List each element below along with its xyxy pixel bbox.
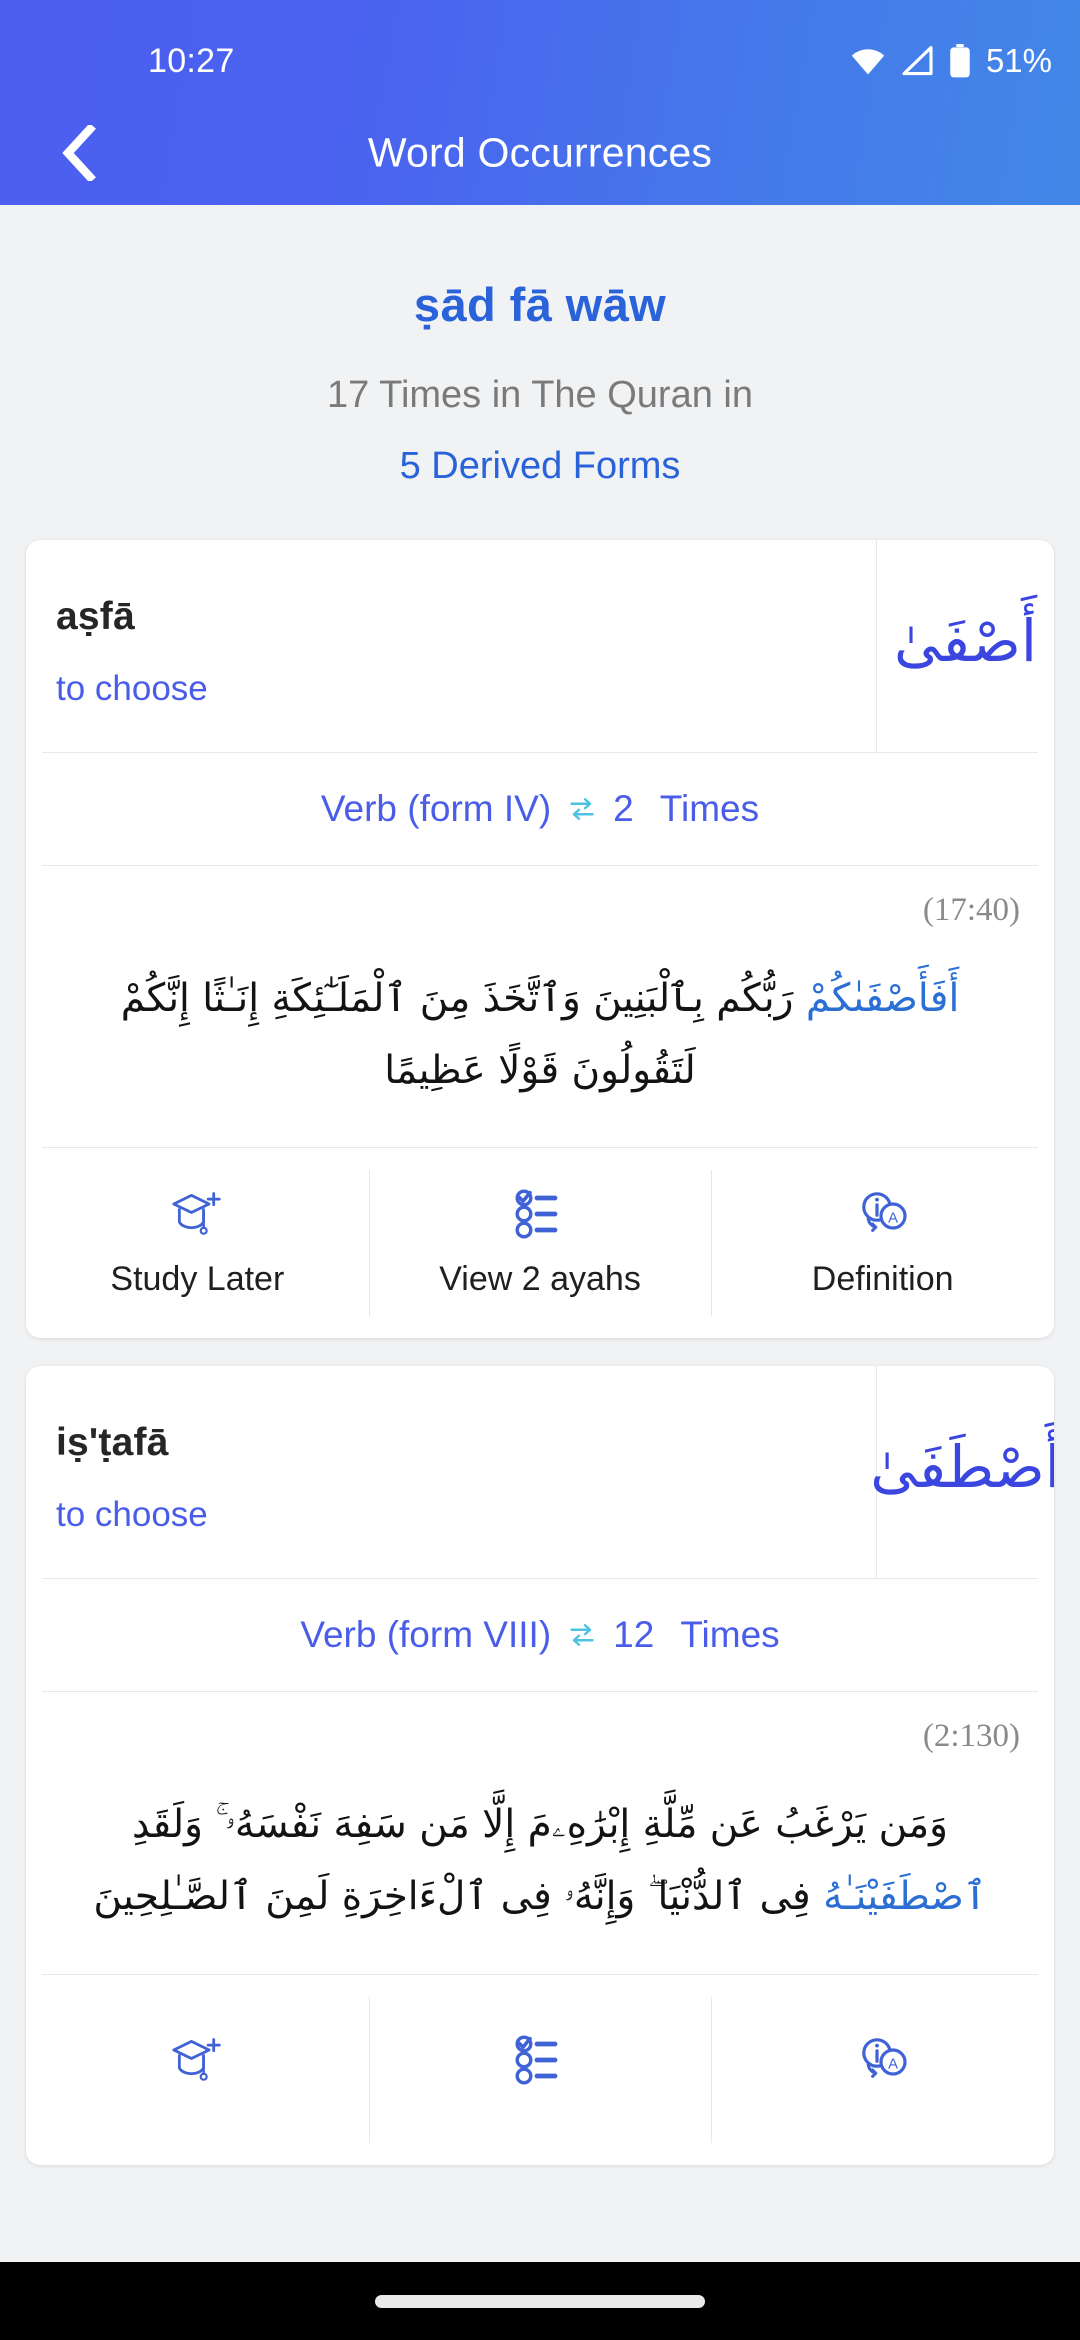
study-later-button[interactable] — [26, 1975, 369, 2165]
arabic-word: أَصْطَفَىٰ — [870, 1432, 1054, 1501]
study-later-button[interactable]: Study Later — [26, 1148, 369, 1338]
graduation-cap-plus-icon — [172, 1191, 222, 1235]
derived-form-card[interactable]: iṣ'ṭafā to choose أَصْطَفَىٰ Verb (form … — [26, 1366, 1054, 2165]
ayah-block: (17:40) أَفَأَصْفَىٰكُمْ رَبُّكُم بِٱلْب… — [26, 866, 1054, 1147]
highlighted-word: أَفَأَصْفَىٰكُمْ — [805, 976, 960, 1021]
definition-button[interactable]: A — [711, 1975, 1054, 2165]
arabic-word-column: أَصْفَىٰ — [876, 540, 1054, 752]
ayah-reference[interactable]: (17:40) — [60, 892, 1020, 929]
times-count: 2 — [613, 788, 634, 829]
action-label: Definition — [811, 1259, 954, 1298]
card-header-text: aṣfā to choose — [26, 540, 876, 752]
view-ayahs-button[interactable]: View 2 ayahs — [368, 1148, 712, 1338]
ayah-line-1: وَمَن يَرْغَبُ عَن مِّلَّةِ إِبْرَٰهِۦمَ… — [132, 1802, 948, 1848]
swap-arrows-icon[interactable] — [567, 794, 597, 824]
info-translate-icon: A — [861, 1191, 907, 1232]
svg-text:A: A — [888, 2056, 898, 2072]
times-word: Times — [659, 788, 760, 829]
verb-form-label: Verb (form VIII) — [300, 1614, 552, 1656]
ayah-line-1: رَبُّكُم بِٱلْبَنِينَ وَٱتَّخَذَ مِنَ ٱل… — [202, 976, 806, 1021]
battery-icon — [950, 44, 970, 78]
times-word: Times — [680, 1614, 780, 1656]
app-bar: Word Occurrences — [0, 100, 1080, 205]
checklist-icon — [515, 2035, 558, 2085]
transliteration-label: aṣfā — [56, 595, 135, 638]
action-label: Study Later — [110, 1259, 285, 1298]
arabic-word-column: أَصْطَفَىٰ — [870, 1366, 1054, 1579]
status-bar: 10:27 51% — [0, 0, 1080, 100]
times-count: 12 — [613, 1614, 655, 1656]
status-bar-clock: 10:27 — [148, 42, 235, 80]
battery-percentage: 51% — [985, 42, 1052, 79]
checklist-icon — [515, 1189, 558, 1239]
info-translate-icon: A — [861, 2037, 907, 2078]
swap-arrows-icon[interactable] — [567, 1620, 597, 1650]
system-navigation-bar — [0, 2262, 1080, 2340]
ayah-text[interactable]: أَفَأَصْفَىٰكُمْ رَبُّكُم بِٱلْبَنِينَ و… — [60, 963, 1020, 1129]
derived-forms-link[interactable]: 5 Derived Forms — [0, 445, 1080, 488]
definition-button[interactable]: A Definition — [711, 1148, 1054, 1338]
root-word-title: ṣād fā wāw — [413, 278, 667, 331]
ayah-text[interactable]: وَمَن يَرْغَبُ عَن مِّلَّةِ إِبْرَٰهِۦمَ… — [60, 1789, 1020, 1955]
occurrence-count-text: 17 Times in The Quran in — [327, 374, 753, 416]
verb-form-row[interactable]: Verb (form IV) 2 Times — [26, 753, 1054, 865]
verb-form-label: Verb (form IV) — [320, 788, 552, 829]
highlighted-word: ٱصْطَفَيْنَـٰهُ — [823, 1874, 987, 1920]
derived-forms-list: aṣfā to choose أَصْفَىٰ Verb (form IV) 2 — [0, 540, 1080, 2165]
wifi-icon — [851, 49, 885, 75]
app-screen: 10:27 51% Word Occurrences ṣād fā wāw 17… — [0, 0, 1080, 2340]
graduation-cap-plus-icon — [172, 2037, 222, 2081]
card-actions: A — [26, 1975, 1054, 2165]
summary-block: ṣād fā wāw 17 Times in The Quran in 5 De… — [0, 205, 1080, 488]
home-indicator-pill[interactable] — [375, 2294, 705, 2308]
derived-form-card[interactable]: aṣfā to choose أَصْفَىٰ Verb (form IV) 2 — [26, 540, 1054, 1339]
page-title: Word Occurrences — [367, 129, 713, 175]
action-label: View 2 ayahs — [439, 1259, 641, 1298]
meaning-label[interactable]: to choose — [56, 1495, 876, 1535]
app-header: 10:27 51% Word Occurrences — [0, 0, 1080, 205]
card-actions: Study Later View 2 ayahs A Definition — [26, 1148, 1054, 1338]
view-ayahs-button[interactable] — [368, 1975, 712, 2165]
arabic-word: أَصْفَىٰ — [893, 606, 1038, 675]
cellular-signal-icon — [902, 46, 933, 76]
card-header: aṣfā to choose أَصْفَىٰ — [26, 540, 1054, 752]
transliteration-label: iṣ'ṭafā — [56, 1421, 169, 1465]
verb-form-row[interactable]: Verb (form VIII) 12 Times — [26, 1579, 1054, 1691]
svg-text:A: A — [888, 1210, 898, 1226]
ayah-block: (2:130) وَمَن يَرْغَبُ عَن مِّلَّةِ إِبْ… — [26, 1692, 1054, 1973]
card-header: iṣ'ṭafā to choose أَصْطَفَىٰ — [26, 1366, 1054, 1579]
ayah-line-2: فِى ٱلدُّنْيَا ۖ وَإِنَّهُۥ فِى ٱلْءَاخِ… — [93, 1874, 824, 1920]
card-header-text: iṣ'ṭafā to choose — [26, 1366, 876, 1578]
status-bar-icons: 51% — [849, 42, 1052, 80]
meaning-label[interactable]: to choose — [56, 669, 876, 709]
ayah-reference[interactable]: (2:130) — [60, 1718, 1020, 1755]
